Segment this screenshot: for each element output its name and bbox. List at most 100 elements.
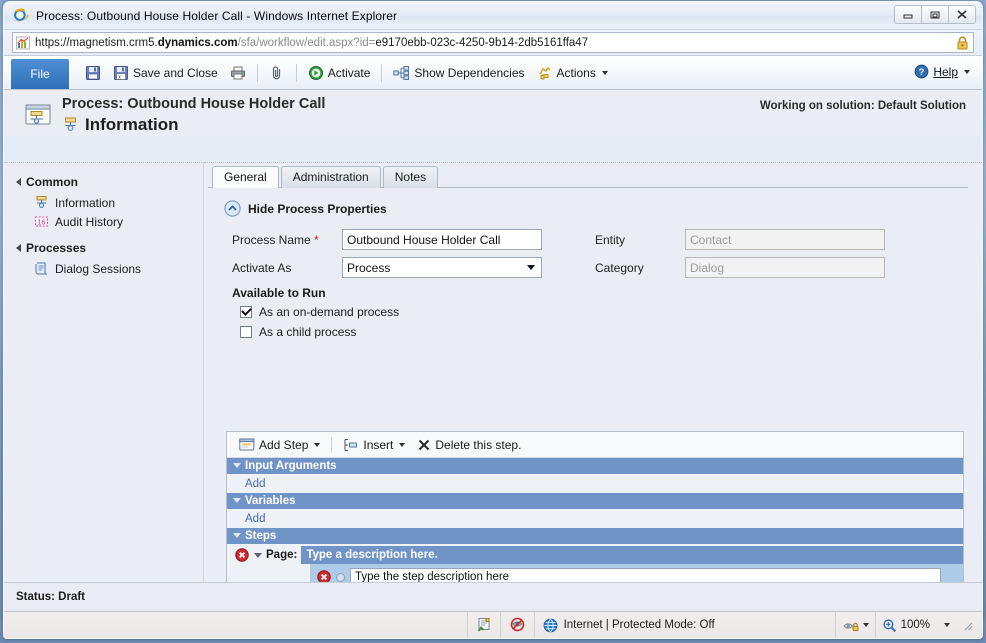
internet-zone-icon [543, 618, 558, 633]
process-name-input[interactable] [342, 229, 542, 250]
section-header-steps[interactable]: Steps [227, 528, 963, 544]
compatibility-view-icon [476, 617, 492, 633]
chevron-down-icon [399, 443, 405, 447]
sidebar-item-label: Audit History [55, 215, 123, 229]
zoom-icon [882, 618, 897, 633]
insert-icon [343, 438, 359, 452]
collapse-triangle-icon[interactable] [254, 553, 262, 558]
ribbon-separator [257, 64, 258, 82]
sidebar-item-dialog-sessions[interactable]: Dialog Sessions [4, 259, 203, 278]
tab-general[interactable]: General [212, 166, 279, 188]
page-body: Common Information 16 [4, 162, 982, 582]
browser-window: Process: Outbound House Holder Call - Wi… [3, 1, 983, 639]
resize-grip-icon[interactable] [960, 618, 974, 632]
nav-group-label: Processes [26, 241, 86, 255]
page-title: Process: Outbound House Holder Call [62, 96, 325, 113]
delete-this-step-button[interactable]: Delete this step. [411, 436, 527, 454]
ribbon-commands: x Save and Close [69, 56, 982, 89]
address-input[interactable]: https://magnetism.crm5.dynamics.com/sfa/… [12, 32, 974, 53]
nav-group-common[interactable]: Common [4, 171, 203, 193]
chevron-up-circle-icon [224, 200, 241, 217]
delete-x-icon [417, 438, 431, 452]
section-header-label: Input Arguments [245, 460, 337, 472]
window-controls [895, 5, 976, 24]
file-tab[interactable]: File [11, 59, 69, 89]
help-menu[interactable]: ? Help [914, 64, 970, 79]
entity-input [685, 229, 885, 250]
steps-area: Page: Type a description here. [227, 544, 963, 582]
step-detail-panel: Prompt and Response: Set Properties [310, 564, 963, 582]
collapse-triangle-icon [233, 463, 241, 468]
add-variable-link[interactable]: Add [227, 509, 963, 528]
sidebar-item-audit-history[interactable]: 16 Audit History [4, 212, 203, 231]
error-icon [317, 570, 331, 582]
activate-as-row: Activate As Process [232, 257, 577, 278]
tab-notes[interactable]: Notes [383, 166, 438, 188]
activate-as-label: Activate As [232, 261, 342, 275]
privacy-settings-button[interactable] [836, 612, 875, 638]
privacy-lock-icon [842, 618, 859, 633]
print-button[interactable] [224, 63, 252, 83]
tracking-protection-button[interactable] [501, 612, 534, 638]
process-icon [34, 195, 49, 210]
delete-this-step-label: Delete this step. [435, 438, 521, 452]
page-subtitle: Information [85, 114, 179, 135]
insert-label: Insert [363, 438, 393, 452]
favicon-icon [16, 36, 30, 50]
title-bar: Process: Outbound House Holder Call - Wi… [4, 2, 982, 30]
activate-label: Activate [328, 66, 371, 80]
page-step-row[interactable]: Page: Type a description here. [227, 546, 963, 564]
minimize-button[interactable] [894, 5, 922, 24]
sidebar-item-label: Information [55, 196, 115, 210]
section-header-label: Variables [245, 495, 296, 507]
activate-icon [308, 65, 324, 81]
zoom-control[interactable]: 100% [876, 612, 982, 638]
security-zone-cell[interactable]: Internet | Protected Mode: Off [535, 612, 835, 638]
minimize-icon [902, 10, 914, 20]
dependencies-icon [393, 65, 410, 81]
save-and-close-button[interactable]: x Save and Close [107, 63, 224, 83]
chevron-down-icon [964, 70, 970, 74]
compatibility-view-button[interactable] [468, 612, 500, 638]
audit-16-icon: 16 [34, 214, 49, 229]
actions-menu[interactable]: Actions [531, 63, 614, 83]
insert-button[interactable]: Insert [337, 436, 411, 454]
category-label: Category [595, 261, 685, 275]
hide-process-properties-toggle[interactable]: Hide Process Properties [224, 200, 966, 217]
lock-icon[interactable] [956, 36, 969, 50]
step-description-input[interactable] [350, 568, 941, 582]
activate-button[interactable]: Activate [302, 63, 377, 83]
section-header-variables[interactable]: Variables [227, 493, 963, 509]
process-name-row: Process Name [232, 229, 577, 250]
entity-label: Entity [595, 233, 685, 247]
add-input-argument-link[interactable]: Add [227, 474, 963, 493]
activate-as-select[interactable]: Process [342, 257, 542, 278]
tab-administration[interactable]: Administration [281, 166, 381, 188]
section-header-input-arguments[interactable]: Input Arguments [227, 458, 963, 474]
add-step-icon [239, 438, 255, 452]
ribbon-separator [296, 64, 297, 82]
step-selector-radio[interactable] [336, 573, 345, 582]
collapse-triangle-icon [233, 533, 241, 538]
on-demand-process-checkbox-row[interactable]: As an on-demand process [240, 305, 577, 319]
expand-triangle-icon [16, 178, 21, 186]
show-dependencies-button[interactable]: Show Dependencies [387, 63, 530, 83]
actions-icon [537, 65, 553, 81]
sidebar-item-information[interactable]: Information [4, 193, 203, 212]
child-process-checkbox-row[interactable]: As a child process [240, 325, 577, 339]
add-step-button[interactable]: Add Step [233, 436, 326, 454]
save-button[interactable] [79, 63, 107, 83]
attach-button[interactable] [263, 63, 291, 83]
restore-button[interactable] [921, 5, 949, 24]
collapse-triangle-icon [233, 498, 241, 503]
nav-group-label: Common [26, 175, 78, 189]
page-description: Type a description here. [301, 546, 963, 564]
on-demand-process-checkbox[interactable] [240, 306, 252, 318]
browser-status-bar: Internet | Protected Mode: Off 100% [4, 611, 982, 638]
nav-group-processes[interactable]: Processes [4, 237, 203, 259]
child-process-checkbox[interactable] [240, 326, 252, 338]
solution-label: Working on solution: Default Solution [760, 100, 966, 112]
chevron-down-icon [944, 623, 950, 627]
page-subtitle-row: Information [62, 114, 325, 135]
close-button[interactable] [948, 5, 976, 24]
